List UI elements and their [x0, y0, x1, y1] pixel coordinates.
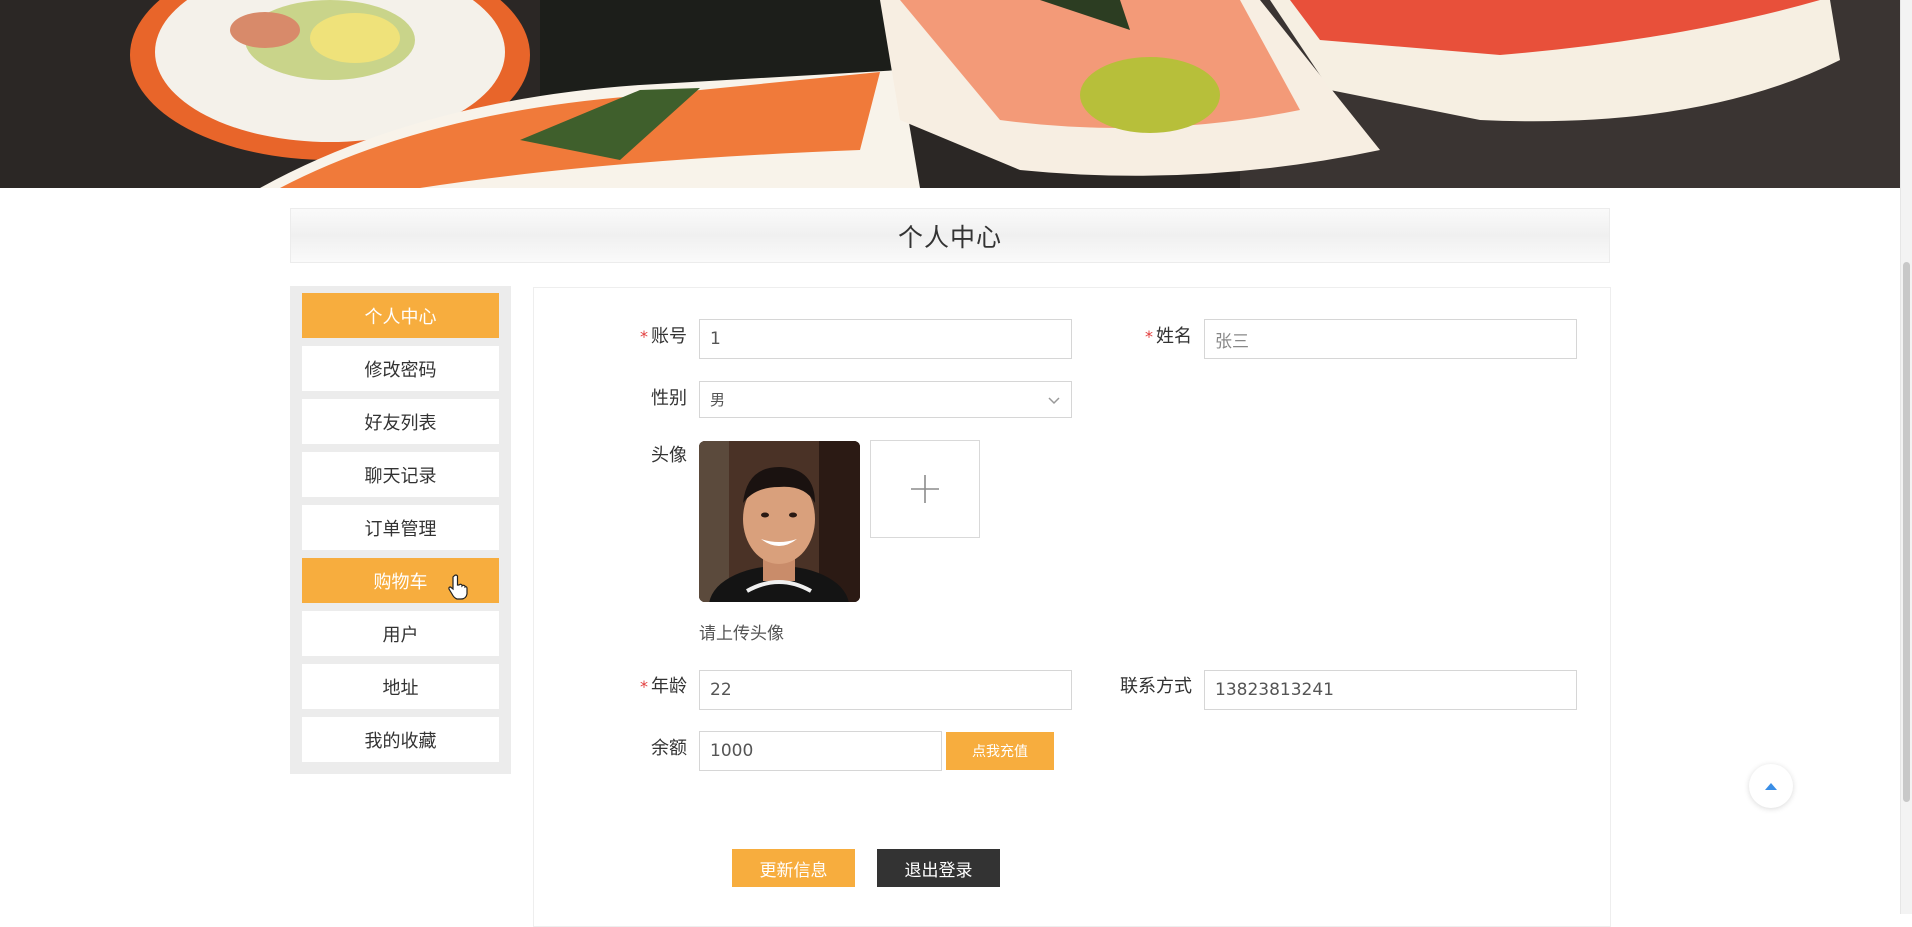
account-label: * 账号: [640, 326, 687, 347]
back-to-top-button[interactable]: [1749, 764, 1793, 808]
required-mark: *: [640, 327, 648, 346]
gender-select[interactable]: 男: [699, 381, 1072, 418]
update-info-button[interactable]: 更新信息: [732, 849, 855, 887]
avatar-label: 头像: [651, 445, 687, 466]
hand-cursor-icon: [448, 574, 468, 600]
name-label: * 姓名: [1145, 326, 1192, 347]
caret-up-icon: [1765, 783, 1777, 790]
name-input[interactable]: [1204, 319, 1577, 359]
chevron-down-icon: [1048, 396, 1060, 404]
sidebar-item-user[interactable]: 用户: [302, 611, 499, 656]
page-title: 个人中心: [290, 208, 1610, 263]
balance-input[interactable]: [699, 731, 942, 771]
age-input[interactable]: [699, 670, 1072, 710]
sidebar-item-cart[interactable]: 购物车: [302, 558, 499, 603]
plus-icon: [911, 475, 939, 503]
avatar-image[interactable]: [699, 441, 860, 602]
sidebar-item-friends[interactable]: 好友列表: [302, 399, 499, 444]
sidebar-item-chat-history[interactable]: 聊天记录: [302, 452, 499, 497]
profile-form-panel: [533, 287, 1611, 927]
scrollbar-thumb[interactable]: [1903, 262, 1910, 802]
banner-image: [0, 0, 1900, 188]
sidebar-item-orders[interactable]: 订单管理: [302, 505, 499, 550]
gender-selected-value: 男: [710, 391, 726, 409]
avatar-upload-hint: 请上传头像: [699, 624, 784, 644]
required-mark: *: [640, 677, 648, 696]
account-input[interactable]: [699, 319, 1072, 359]
sidebar-item-favorites[interactable]: 我的收藏: [302, 717, 499, 762]
contact-input[interactable]: [1204, 670, 1577, 710]
gender-label: 性别: [651, 388, 687, 409]
age-label: * 年龄: [640, 676, 687, 697]
sidebar-item-change-password[interactable]: 修改密码: [302, 346, 499, 391]
sidebar-item-profile[interactable]: 个人中心: [302, 293, 499, 338]
logout-button[interactable]: 退出登录: [877, 849, 1000, 887]
contact-label: 联系方式: [1120, 676, 1192, 697]
page-scrollbar[interactable]: [1900, 0, 1912, 914]
recharge-button[interactable]: 点我充值: [946, 732, 1054, 770]
required-mark: *: [1145, 327, 1153, 346]
sidebar-item-address[interactable]: 地址: [302, 664, 499, 709]
avatar-upload-button[interactable]: [870, 440, 980, 538]
balance-label: 余额: [651, 738, 687, 759]
sidebar-menu: 个人中心 修改密码 好友列表 聊天记录 订单管理 购物车 用户 地址 我的收藏: [290, 286, 511, 774]
